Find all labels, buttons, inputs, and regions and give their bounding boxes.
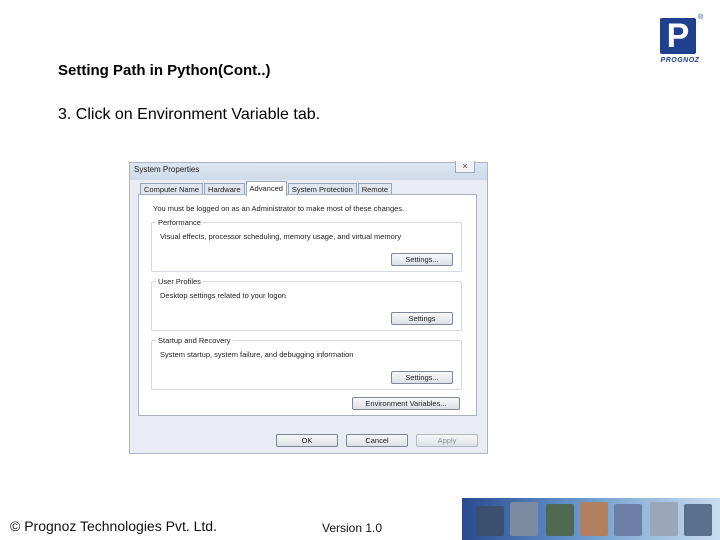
- system-properties-dialog: System Properties × Computer Name Hardwa…: [129, 161, 488, 454]
- slide-step-text: 3. Click on Environment Variable tab.: [58, 106, 321, 123]
- environment-variables-button[interactable]: Environment Variables...: [352, 397, 460, 410]
- tab-advanced[interactable]: Advanced: [245, 181, 287, 196]
- user-profiles-settings-button[interactable]: Settings: [391, 312, 453, 325]
- footer-photo-strip: [462, 498, 720, 540]
- admin-note: You must be logged on as an Administrato…: [153, 204, 405, 213]
- prognoz-logo: P ® PROGNOZ: [656, 14, 708, 70]
- ok-button[interactable]: OK: [276, 434, 338, 447]
- photo-thumbnail: [510, 502, 538, 536]
- performance-settings-button[interactable]: Settings...: [391, 253, 453, 266]
- logo-text: PROGNOZ: [660, 57, 700, 64]
- photo-thumbnail: [650, 502, 678, 536]
- cancel-button[interactable]: Cancel: [346, 434, 408, 447]
- logo-mark: P: [660, 18, 696, 54]
- slide-title: Setting Path in Python(Cont..): [58, 62, 271, 79]
- photo-thumbnail: [614, 504, 642, 536]
- performance-group: Performance Visual effects, processor sc…: [151, 218, 462, 272]
- tab-bar: Computer Name Hardware Advanced System P…: [140, 181, 393, 196]
- user-profiles-group: User Profiles Desktop settings related t…: [151, 277, 462, 331]
- close-icon[interactable]: ×: [455, 161, 475, 173]
- startup-recovery-group: Startup and Recovery System startup, sys…: [151, 336, 462, 390]
- startup-recovery-desc: System startup, system failure, and debu…: [160, 350, 354, 359]
- startup-recovery-legend: Startup and Recovery: [156, 336, 233, 345]
- user-profiles-desc: Desktop settings related to your logon: [160, 291, 286, 300]
- apply-button[interactable]: Apply: [416, 434, 478, 447]
- advanced-tab-panel: You must be logged on as an Administrato…: [138, 194, 477, 416]
- performance-legend: Performance: [156, 218, 203, 227]
- dialog-title: System Properties: [134, 165, 200, 174]
- performance-desc: Visual effects, processor scheduling, me…: [160, 232, 402, 241]
- dialog-titlebar: System Properties ×: [130, 161, 487, 180]
- copyright-text: © Prognoz Technologies Pvt. Ltd.: [10, 518, 217, 534]
- startup-recovery-settings-button[interactable]: Settings...: [391, 371, 453, 384]
- logo-registered: ®: [698, 14, 704, 21]
- photo-thumbnail: [684, 504, 712, 536]
- version-text: Version 1.0: [322, 521, 383, 535]
- photo-thumbnail: [580, 502, 608, 536]
- photo-thumbnail: [476, 506, 504, 536]
- user-profiles-legend: User Profiles: [156, 277, 203, 286]
- photo-thumbnail: [546, 504, 574, 536]
